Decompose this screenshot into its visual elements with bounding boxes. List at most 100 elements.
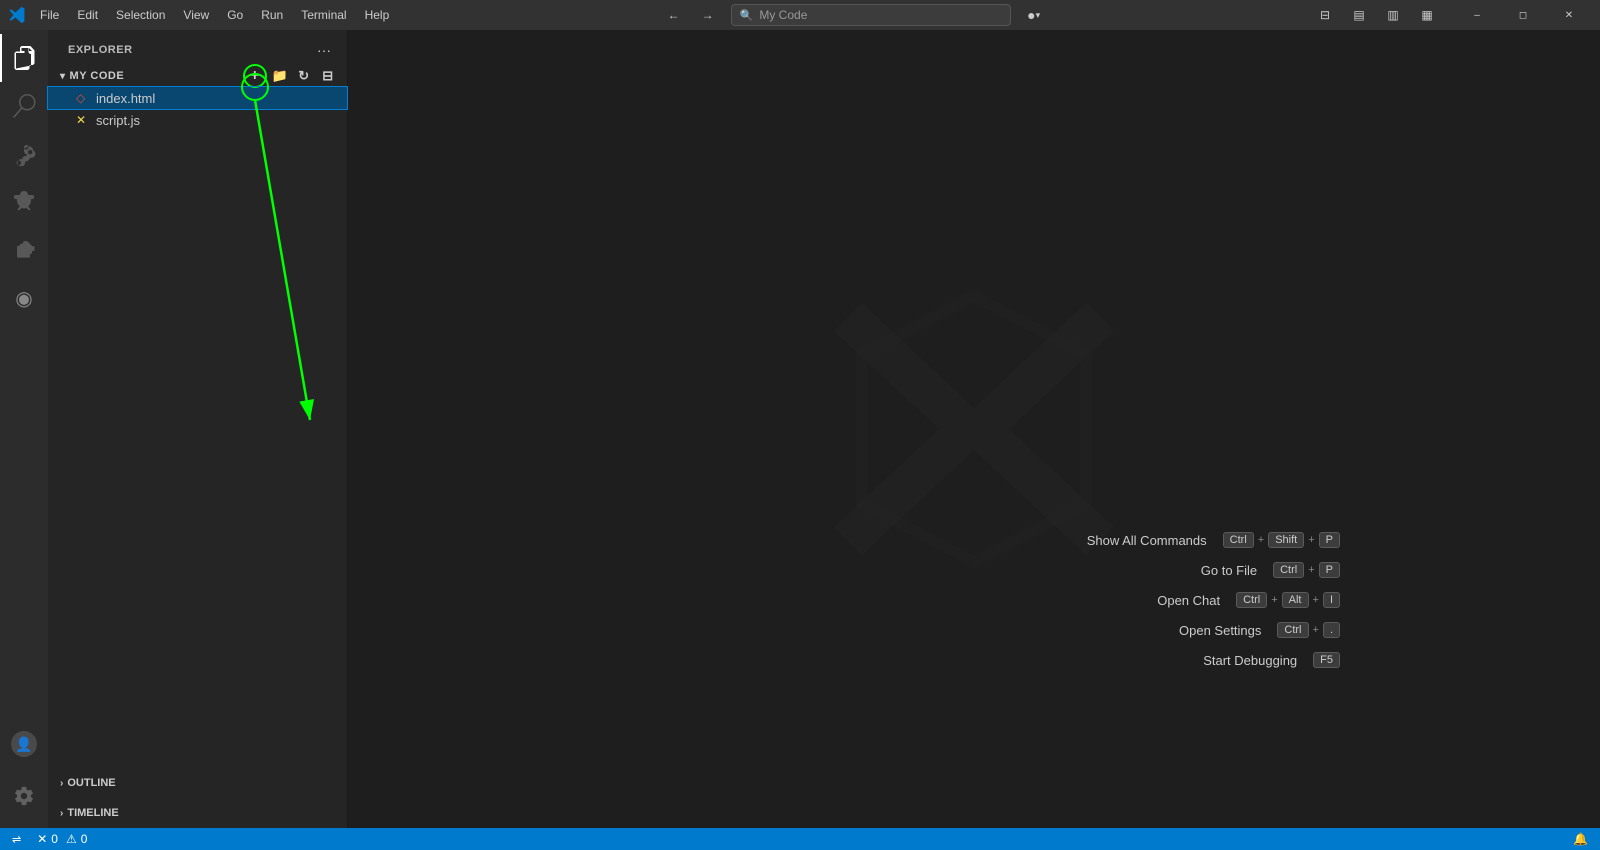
status-errors[interactable]: ✕ 0 ⚠ 0 (33, 832, 91, 846)
new-file-button[interactable]: + (243, 64, 267, 88)
warning-icon: ⚠ (66, 832, 77, 846)
outline-header[interactable]: › OUTLINE (48, 772, 347, 794)
activity-copilot[interactable]: ◉ (0, 274, 48, 322)
title-bar-right: ⊟ ▤ ▥ ▦ – ◻ ✕ (1310, 0, 1592, 30)
key-shift-1: Shift (1268, 532, 1304, 548)
status-remote[interactable]: ⇌ (8, 833, 25, 846)
vscode-watermark-logo (834, 289, 1114, 569)
sidebar: EXPLORER ··· ▾ MY CODE + 📁 ↻ ⊟ (48, 30, 348, 828)
outline-chevron-icon: › (60, 778, 63, 789)
title-bar-left: File Edit Selection View Go Run Terminal… (8, 5, 397, 25)
layout-button-4[interactable]: ▦ (1412, 5, 1442, 25)
shortcuts-list: Show All Commands Ctrl + Shift + P Go to… (1067, 532, 1340, 668)
outline-title: OUTLINE (67, 777, 115, 789)
window-controls: – ◻ ✕ (1454, 0, 1592, 30)
menu-selection[interactable]: Selection (108, 5, 173, 25)
collapse-button[interactable]: ⊟ (317, 65, 339, 87)
timeline-header[interactable]: › TIMELINE (48, 802, 347, 824)
folder-header[interactable]: ▾ MY CODE + 📁 ↻ ⊟ (48, 65, 347, 87)
activity-extensions[interactable] (0, 226, 48, 274)
file-item-index-html[interactable]: ◇ index.html (48, 87, 347, 109)
status-notifications[interactable]: 🔔 (1569, 832, 1592, 846)
sidebar-title: EXPLORER (68, 44, 133, 56)
menu-bar: File Edit Selection View Go Run Terminal… (32, 5, 397, 25)
nav-back-button[interactable]: ← (659, 5, 689, 25)
folder-section: ▾ MY CODE + 📁 ↻ ⊟ ◇ index.html ✕ (48, 65, 347, 131)
key-alt-1: Alt (1282, 592, 1309, 608)
file-item-script-js[interactable]: ✕ script.js (48, 109, 347, 131)
menu-help[interactable]: Help (357, 5, 398, 25)
activity-run-debug[interactable] (0, 178, 48, 226)
menu-run[interactable]: Run (253, 5, 291, 25)
refresh-button[interactable]: ↻ (293, 65, 315, 87)
status-bar-left: ⇌ ✕ 0 ⚠ 0 (8, 832, 91, 846)
activity-explorer[interactable] (0, 34, 48, 82)
key-ctrl-4: Ctrl (1277, 622, 1308, 638)
shortcut-open-chat: Open Chat Ctrl + Alt + I (1080, 592, 1340, 608)
menu-go[interactable]: Go (219, 5, 251, 25)
menu-terminal[interactable]: Terminal (293, 5, 354, 25)
file-name-script-js: script.js (96, 113, 140, 128)
command-palette-bar[interactable]: 🔍 My Code (731, 4, 1011, 26)
activity-account[interactable]: 👤 (0, 720, 48, 768)
timeline-title: TIMELINE (67, 807, 118, 819)
js-file-icon: ✕ (76, 113, 92, 127)
outline-section: › OUTLINE (48, 768, 347, 798)
activity-search[interactable] (0, 82, 48, 130)
layout-button-1[interactable]: ⊟ (1310, 5, 1340, 25)
title-bar: File Edit Selection View Go Run Terminal… (0, 0, 1600, 30)
title-bar-center: ← → 🔍 My Code ●▾ (405, 4, 1302, 26)
activity-source-control[interactable] (0, 130, 48, 178)
plus-6: + (1313, 624, 1319, 636)
restore-button[interactable]: ◻ (1500, 0, 1546, 30)
shortcut-label-open-settings: Open Settings (1121, 623, 1261, 638)
shortcut-label-show-all: Show All Commands (1067, 533, 1207, 548)
more-options-button[interactable]: ··· (313, 39, 335, 61)
error-count: 0 (51, 832, 58, 846)
sidebar-header: EXPLORER ··· (48, 30, 347, 65)
shortcut-open-settings: Open Settings Ctrl + . (1121, 622, 1340, 638)
timeline-section: › TIMELINE (48, 798, 347, 828)
shortcut-start-debugging: Start Debugging F5 (1157, 652, 1340, 668)
shortcut-label-open-chat: Open Chat (1080, 593, 1220, 608)
plus-4: + (1271, 594, 1277, 606)
key-ctrl-2: Ctrl (1273, 562, 1304, 578)
activity-settings[interactable] (0, 772, 48, 820)
plus-3: + (1308, 564, 1314, 576)
shortcut-keys-start-debugging: F5 (1313, 652, 1340, 668)
sidebar-actions: ··· (313, 39, 335, 61)
warning-count: 0 (81, 832, 88, 846)
vscode-title-icon (8, 6, 26, 24)
chevron-down-icon: ▾ (60, 71, 66, 82)
error-icon: ✕ (37, 832, 47, 846)
minimize-button[interactable]: – (1454, 0, 1500, 30)
layout-button-2[interactable]: ▤ (1344, 5, 1374, 25)
plus-5: + (1313, 594, 1319, 606)
status-bar-right: 🔔 (1569, 832, 1592, 846)
plus-2: + (1308, 534, 1314, 546)
key-p-1: P (1319, 532, 1340, 548)
nav-forward-button[interactable]: → (693, 5, 723, 25)
menu-edit[interactable]: Edit (69, 5, 106, 25)
key-dot-1: . (1323, 622, 1340, 638)
timeline-chevron-icon: › (60, 808, 63, 819)
menu-view[interactable]: View (175, 5, 217, 25)
copilot-button[interactable]: ●▾ (1019, 5, 1049, 25)
activity-bottom: 👤 (0, 720, 48, 828)
plus-1: + (1258, 534, 1264, 546)
html-file-icon: ◇ (76, 91, 92, 105)
new-folder-button[interactable]: 📁 (269, 65, 291, 87)
shortcut-show-all-commands: Show All Commands Ctrl + Shift + P (1067, 532, 1340, 548)
shortcut-keys-open-chat: Ctrl + Alt + I (1236, 592, 1340, 608)
close-button[interactable]: ✕ (1546, 0, 1592, 30)
key-f5-1: F5 (1313, 652, 1340, 668)
sidebar-bottom: › OUTLINE › TIMELINE (48, 768, 347, 828)
key-ctrl-3: Ctrl (1236, 592, 1267, 608)
key-p-2: P (1319, 562, 1340, 578)
shortcut-label-start-debugging: Start Debugging (1157, 653, 1297, 668)
account-avatar[interactable]: 👤 (11, 731, 37, 757)
shortcut-go-to-file: Go to File Ctrl + P (1117, 562, 1340, 578)
layout-button-3[interactable]: ▥ (1378, 5, 1408, 25)
search-icon: 🔍 (740, 9, 754, 22)
menu-file[interactable]: File (32, 5, 67, 25)
